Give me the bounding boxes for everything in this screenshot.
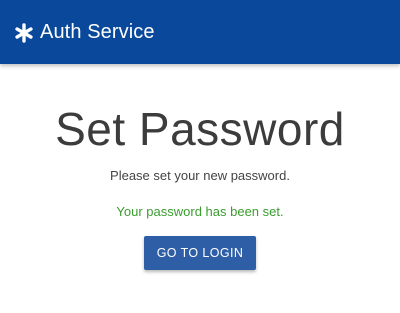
asterisk-icon xyxy=(14,22,34,43)
app-bar: Auth Service xyxy=(0,0,400,64)
page-subtitle: Please set your new password. xyxy=(110,168,290,183)
success-message: Your password has been set. xyxy=(116,204,284,219)
app-title: Auth Service xyxy=(40,21,155,43)
page-title: Set Password xyxy=(55,103,345,155)
go-to-login-button[interactable]: GO TO LOGIN xyxy=(144,236,256,270)
